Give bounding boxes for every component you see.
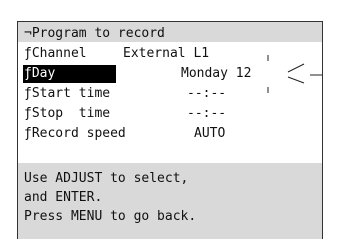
adjust-indicator-icon <box>267 55 322 93</box>
help-line-2: and ENTER. <box>24 190 103 205</box>
help-panel: Use ADJUST to select, and ENTER. Press M… <box>18 163 322 239</box>
program-menu: ¬Program to record ƒChannel External L1 … <box>18 22 322 163</box>
record-speed-label: ƒRecord speed <box>24 126 126 141</box>
record-speed-value: AUTO <box>194 126 226 141</box>
stop-time-label: ƒStop time <box>24 106 111 121</box>
menu-title: ¬Program to record <box>24 26 165 41</box>
channel-value: External L1 <box>123 46 210 61</box>
day-value: Monday 12 <box>181 66 252 81</box>
tv-menu-screen: ¬Program to record ƒChannel External L1 … <box>17 21 323 239</box>
stop-time-value: --:-- <box>187 106 227 121</box>
start-time-value: --:-- <box>187 86 227 101</box>
selection-highlight: ƒDay <box>23 65 116 83</box>
menu-item-record-speed[interactable]: ƒRecord speed AUTO <box>18 124 324 144</box>
day-label: ƒDay <box>24 66 56 81</box>
help-line-3: Press MENU to go back. <box>24 209 197 224</box>
start-time-label: ƒStart time <box>24 86 111 101</box>
help-line-1: Use ADJUST to select, <box>24 171 189 186</box>
menu-title-row: ¬Program to record <box>18 24 324 44</box>
channel-label: ƒChannel <box>24 46 87 61</box>
